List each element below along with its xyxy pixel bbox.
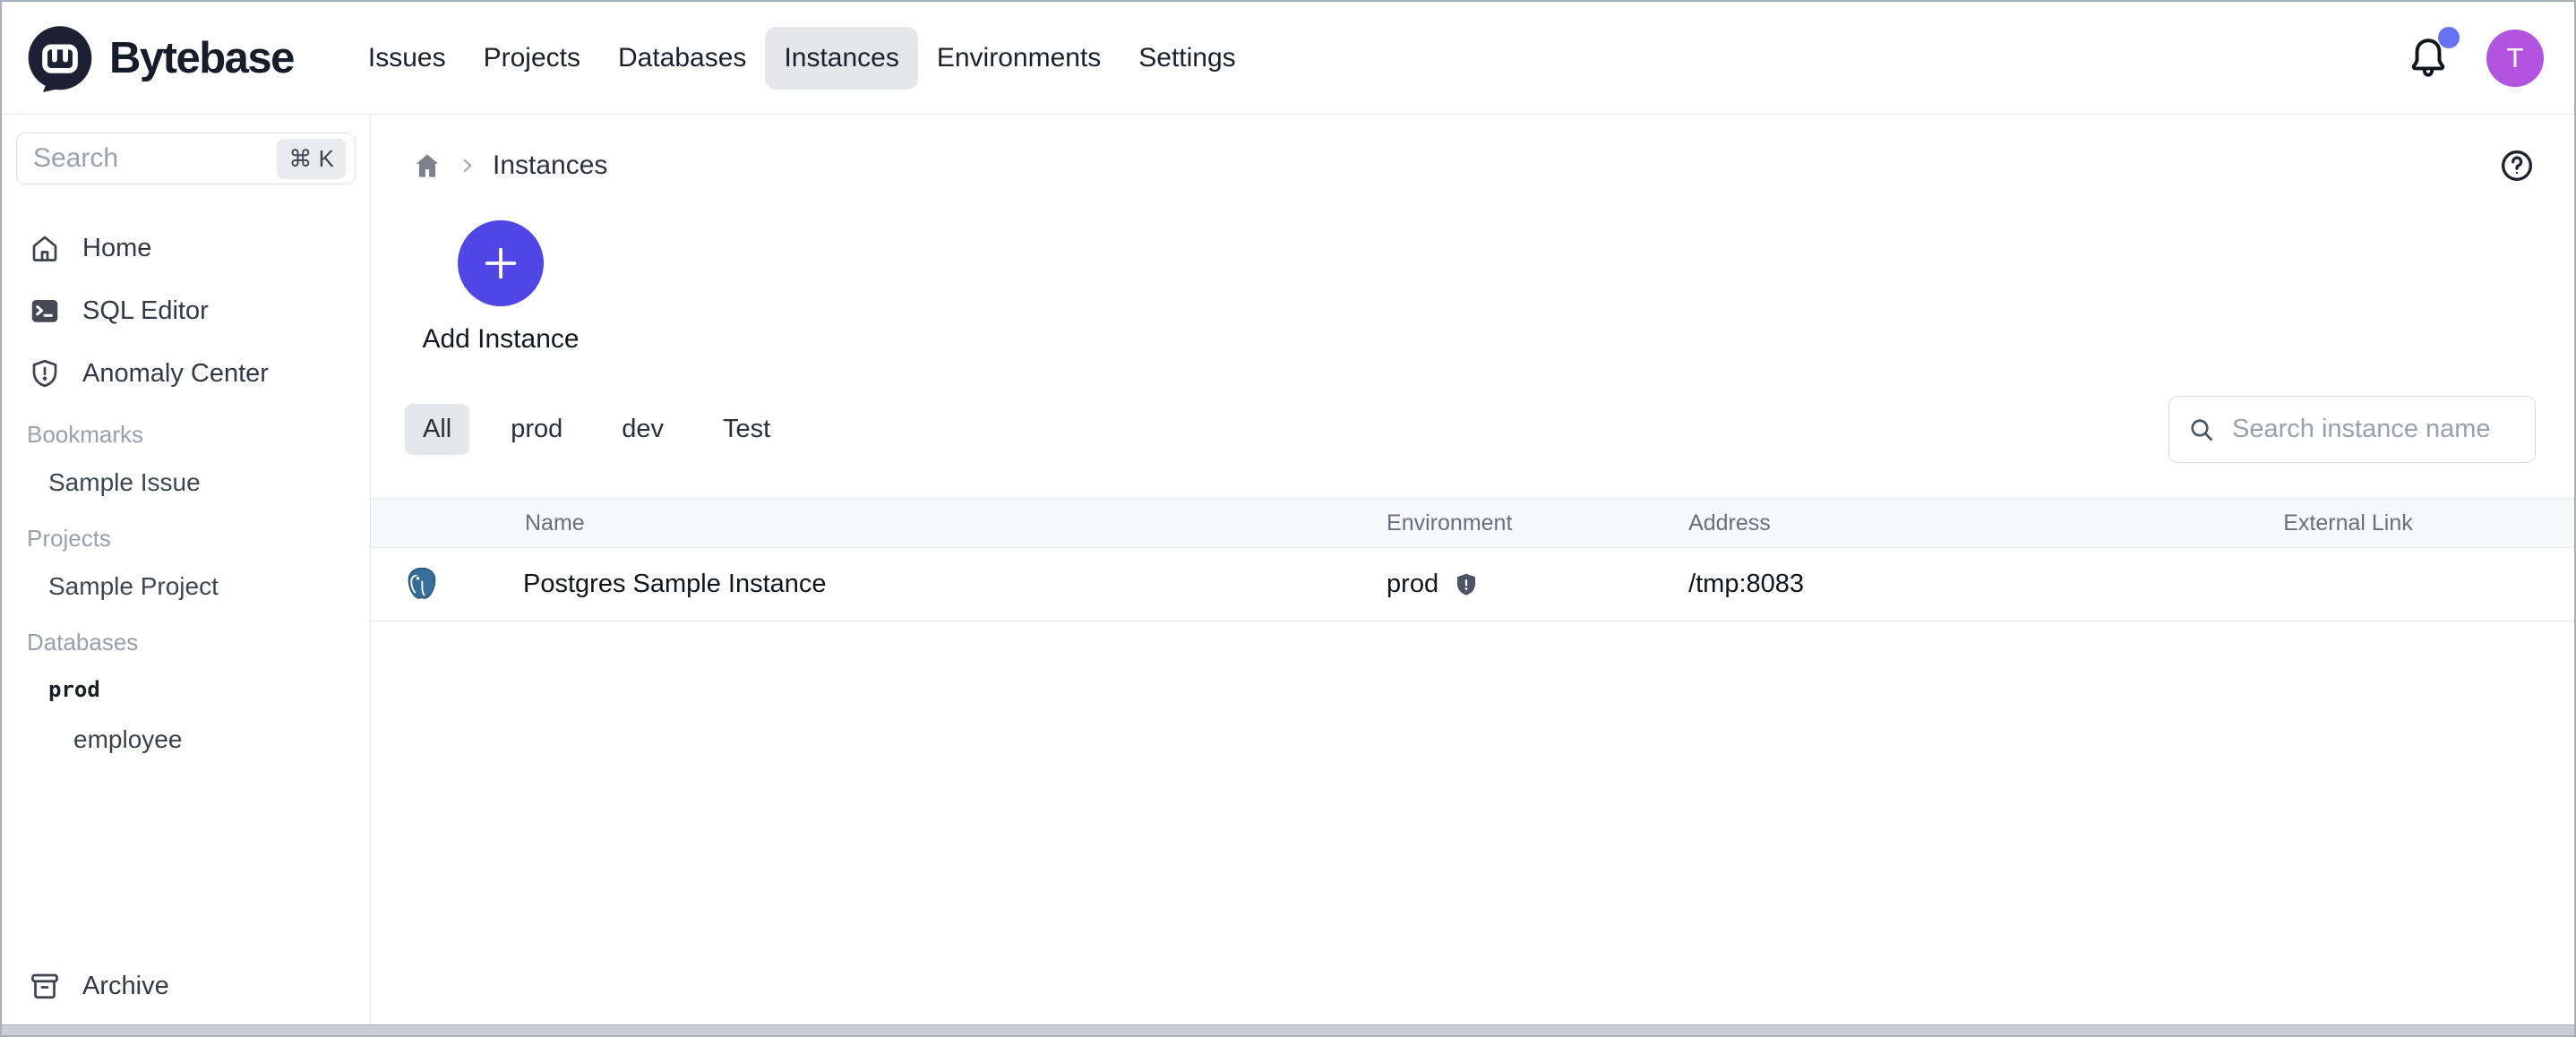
bytebase-logo-icon <box>25 22 95 94</box>
instance-address: /tmp:8083 <box>1688 570 2283 599</box>
window-bottom-chrome <box>2 1024 2574 1035</box>
sidebar-item-anomaly-center[interactable]: Anomaly Center <box>2 342 370 405</box>
column-header-name: Name <box>371 510 1387 536</box>
nav-right-cluster: T <box>2406 30 2544 87</box>
breadcrumb-home-icon[interactable] <box>412 150 442 181</box>
user-avatar[interactable]: T <box>2486 30 2544 87</box>
postgresql-icon <box>401 564 442 605</box>
home-icon <box>29 232 61 264</box>
sidebar-item-label: Archive <box>82 972 169 1001</box>
brand-logo[interactable]: Bytebase <box>25 22 294 94</box>
nav-item-projects[interactable]: Projects <box>465 27 599 90</box>
instances-table-header: Name Environment Address External Link <box>371 499 2574 548</box>
help-icon[interactable] <box>2499 148 2535 184</box>
tab-test[interactable]: Test <box>705 404 788 455</box>
sidebar-item-label: Home <box>82 234 151 263</box>
terminal-icon <box>29 295 61 327</box>
instance-environment-cell: prod <box>1387 570 1688 599</box>
app-window: Bytebase Issues Projects Databases Insta… <box>0 0 2576 1037</box>
tab-prod[interactable]: prod <box>493 404 580 455</box>
instance-environment: prod <box>1387 570 1438 599</box>
main-content: Instances Add Instance <box>371 115 2574 1024</box>
notification-dot <box>2438 27 2460 48</box>
search-icon <box>2187 416 2216 444</box>
column-header-external-link: External Link <box>2283 510 2574 536</box>
archive-icon <box>29 970 61 1002</box>
nav-item-instances[interactable]: Instances <box>765 27 917 90</box>
sidebar-database-env-prod[interactable]: prod <box>2 664 370 715</box>
instance-search-input[interactable] <box>2232 415 2517 444</box>
breadcrumb: Instances <box>371 140 2574 192</box>
sidebar-database-employee[interactable]: employee <box>2 715 370 765</box>
notification-bell-icon[interactable] <box>2406 34 2451 82</box>
nav-item-environments[interactable]: Environments <box>918 27 1120 90</box>
environment-protected-shield-icon <box>1453 571 1480 598</box>
plus-icon[interactable] <box>458 220 544 306</box>
column-header-environment: Environment <box>1387 510 1688 536</box>
sidebar-section-databases: Databases <box>2 620 370 664</box>
add-instance-button[interactable]: Add Instance <box>417 220 584 355</box>
sidebar-item-archive[interactable]: Archive <box>2 955 370 1017</box>
sidebar-search[interactable]: ⌘ K <box>16 133 356 184</box>
environment-filter-row: All prod dev Test <box>371 396 2574 463</box>
instance-search-box[interactable] <box>2168 396 2536 463</box>
instances-table: Name Environment Address External Link <box>371 499 2574 621</box>
instance-row-postgres-sample[interactable]: Postgres Sample Instance prod /tmp:8 <box>371 548 2574 621</box>
main-nav-menu: Issues Projects Databases Instances Envi… <box>349 27 1255 90</box>
sidebar-item-sql-editor[interactable]: SQL Editor <box>2 279 370 342</box>
sidebar-search-input[interactable] <box>33 143 277 174</box>
instance-name-cell: Postgres Sample Instance <box>371 564 1387 605</box>
breadcrumb-current: Instances <box>493 150 607 181</box>
add-instance-label: Add Instance <box>422 324 579 355</box>
top-navigation-bar: Bytebase Issues Projects Databases Insta… <box>2 2 2574 115</box>
tab-dev[interactable]: dev <box>604 404 682 455</box>
sidebar-bottom: Archive <box>2 955 370 1024</box>
sidebar-item-label: SQL Editor <box>82 296 209 326</box>
instance-name: Postgres Sample Instance <box>523 570 827 599</box>
tab-all[interactable]: All <box>405 404 469 455</box>
nav-item-databases[interactable]: Databases <box>599 27 765 90</box>
sidebar-section-bookmarks: Bookmarks <box>2 412 370 457</box>
sidebar-item-home[interactable]: Home <box>2 217 370 279</box>
brand-name: Bytebase <box>109 33 294 83</box>
sidebar: ⌘ K Home <box>2 115 371 1024</box>
sidebar-section-projects: Projects <box>2 516 370 561</box>
app-body: ⌘ K Home <box>2 115 2574 1024</box>
shield-alert-icon <box>29 357 61 390</box>
chevron-right-icon <box>459 157 477 175</box>
sidebar-item-label: Anomaly Center <box>82 359 269 389</box>
search-shortcut-badge: ⌘ K <box>277 139 346 179</box>
column-header-address: Address <box>1688 510 2283 536</box>
sidebar-bookmark-sample-issue[interactable]: Sample Issue <box>2 457 370 509</box>
nav-item-settings[interactable]: Settings <box>1120 27 1254 90</box>
sidebar-nav: Home SQL Editor <box>2 217 370 405</box>
sidebar-project-sample-project[interactable]: Sample Project <box>2 561 370 613</box>
nav-item-issues[interactable]: Issues <box>349 27 465 90</box>
